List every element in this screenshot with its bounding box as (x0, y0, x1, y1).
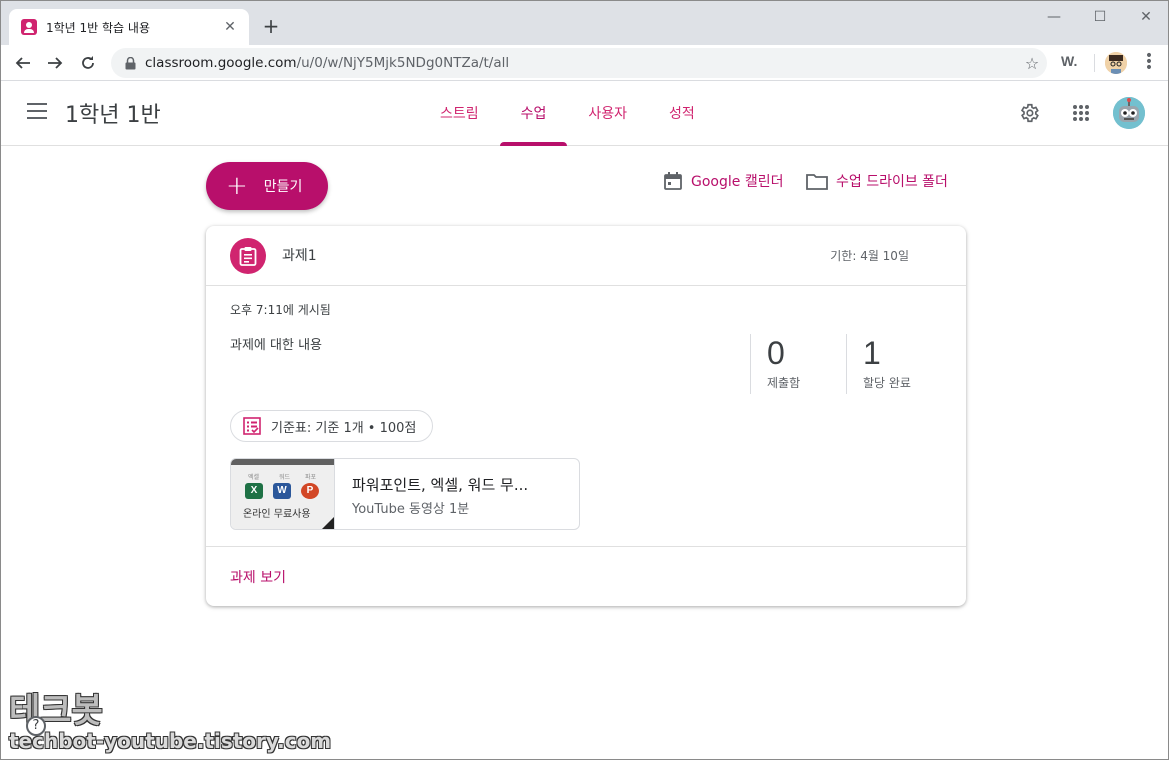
extension-w-icon[interactable]: W. (1061, 53, 1077, 69)
attachment-subtitle: YouTube 동영상 1분 (352, 502, 470, 517)
folder-icon (806, 174, 828, 190)
maximize-button[interactable]: ☐ (1077, 5, 1123, 29)
assignment-footer: 과제 보기 (206, 546, 966, 606)
browser-toolbar: classroom.google.com/u/0/w/NjY5Mjk5NDg0N… (1, 45, 1168, 81)
submitted-label: 제출함 (767, 376, 801, 390)
watermark-title: 테크봇 (9, 691, 103, 731)
assignment-title: 과제1 (282, 248, 317, 264)
settings-gear-icon[interactable] (1017, 101, 1041, 125)
close-window-button[interactable]: ✕ (1123, 5, 1168, 29)
main-menu-icon[interactable] (27, 103, 47, 119)
create-label: 만들기 (263, 179, 303, 195)
tab-title: 1학년 1반 학습 내용 (46, 20, 150, 35)
tab-classwork[interactable]: 수업 (499, 81, 568, 146)
due-date: 기한: 4월 10일 (830, 249, 909, 263)
tab-stream[interactable]: 스트림 (419, 81, 500, 145)
browser-window: 1학년 1반 학습 내용 ✕ + — ☐ ✕ classroom.google.… (0, 0, 1169, 760)
lock-icon (123, 56, 137, 70)
attachment-title: 파워포인트, 엑셀, 워드 무... (352, 476, 529, 494)
assigned-label: 할당 완료 (863, 376, 911, 390)
assignment-header[interactable]: 과제1 기한: 4월 10일 (206, 226, 966, 286)
calendar-icon (664, 172, 682, 190)
class-drive-folder-link[interactable]: 수업 드라이브 폴더 (806, 171, 948, 191)
assignment-description: 과제에 대한 내용 (230, 338, 322, 353)
tab-grades[interactable]: 성적 (648, 81, 716, 145)
toolbar-divider (1094, 54, 1095, 72)
tab-people[interactable]: 사용자 (567, 81, 648, 145)
youtube-attachment[interactable]: 엑셀 워드 파포 X W P 온라인 무료사용 파워포인트, 엑셀, 워드 무.… (230, 458, 580, 530)
reload-icon (82, 56, 94, 69)
assigned-count[interactable]: 1 할당 완료 (846, 334, 956, 394)
word-icon: W (273, 483, 291, 499)
apps-grid-icon[interactable] (1069, 101, 1093, 125)
google-calendar-link[interactable]: Google 캘린더 (663, 171, 783, 191)
rubric-label: 기준표: 기준 1개 • 100점 (271, 420, 417, 436)
excel-icon: X (245, 483, 263, 499)
thumb-label-word: 워드 (279, 474, 291, 481)
tab-close-icon[interactable]: ✕ (221, 19, 239, 35)
assignment-clipboard-icon (230, 238, 266, 274)
classroom-favicon-icon (21, 19, 37, 35)
browser-menu-icon[interactable]: • • • (1139, 49, 1159, 75)
forward-arrow-icon (48, 57, 63, 69)
class-nav-tabs: 스트림 수업 사용자 성적 (419, 81, 716, 146)
browser-profile-avatar[interactable] (1105, 52, 1127, 74)
create-button[interactable]: + 만들기 (206, 162, 328, 210)
assignment-card: 과제1 기한: 4월 10일 오후 7:11에 게시됨 과제에 대한 내용 0 … (206, 226, 966, 606)
account-avatar[interactable] (1113, 97, 1145, 129)
watermark-url: techbot-youtube.tistory.com (9, 729, 332, 753)
posted-time: 오후 7:11에 게시됨 (230, 303, 331, 317)
submitted-number: 0 (767, 335, 785, 371)
url-path: /u/0/w/NjY5Mjk5NDg0NTZa/t/all (296, 55, 510, 71)
back-arrow-icon (15, 57, 30, 69)
video-thumbnail: 엑셀 워드 파포 X W P 온라인 무료사용 (231, 459, 335, 529)
minimize-button[interactable]: — (1031, 5, 1077, 29)
url-host: classroom.google.com (145, 55, 297, 71)
submitted-count[interactable]: 0 제출함 (750, 334, 846, 394)
url-text: classroom.google.com/u/0/w/NjY5Mjk5NDg0N… (145, 55, 1017, 71)
address-bar[interactable]: classroom.google.com/u/0/w/NjY5Mjk5NDg0N… (111, 48, 1047, 78)
new-tab-button[interactable]: + (259, 14, 283, 38)
view-assignment-link[interactable]: 과제 보기 (230, 567, 286, 587)
forward-button[interactable] (43, 51, 67, 75)
thumb-label-ppt: 파포 (305, 474, 317, 481)
thumb-caption: 온라인 무료사용 (243, 509, 311, 520)
drive-folder-label: 수업 드라이브 폴더 (836, 174, 948, 190)
calendar-label: Google 캘린더 (691, 174, 784, 190)
browser-tab[interactable]: 1학년 1반 학습 내용 ✕ (9, 9, 249, 45)
class-title[interactable]: 1학년 1반 (65, 97, 161, 129)
assigned-number: 1 (863, 335, 881, 371)
rubric-chip[interactable]: 기준표: 기준 1개 • 100점 (230, 410, 434, 442)
plus-icon: + (226, 171, 248, 201)
thumb-label-excel: 엑셀 (248, 474, 260, 481)
reload-button[interactable] (76, 51, 100, 75)
rubric-icon (243, 417, 261, 435)
bookmark-star-icon[interactable]: ☆ (1017, 54, 1047, 73)
powerpoint-icon: P (301, 483, 319, 499)
tab-strip: 1학년 1반 학습 내용 ✕ + — ☐ ✕ (1, 1, 1168, 45)
classroom-header: 1학년 1반 스트림 수업 사용자 성적 (1, 81, 1168, 146)
back-button[interactable] (11, 51, 35, 75)
